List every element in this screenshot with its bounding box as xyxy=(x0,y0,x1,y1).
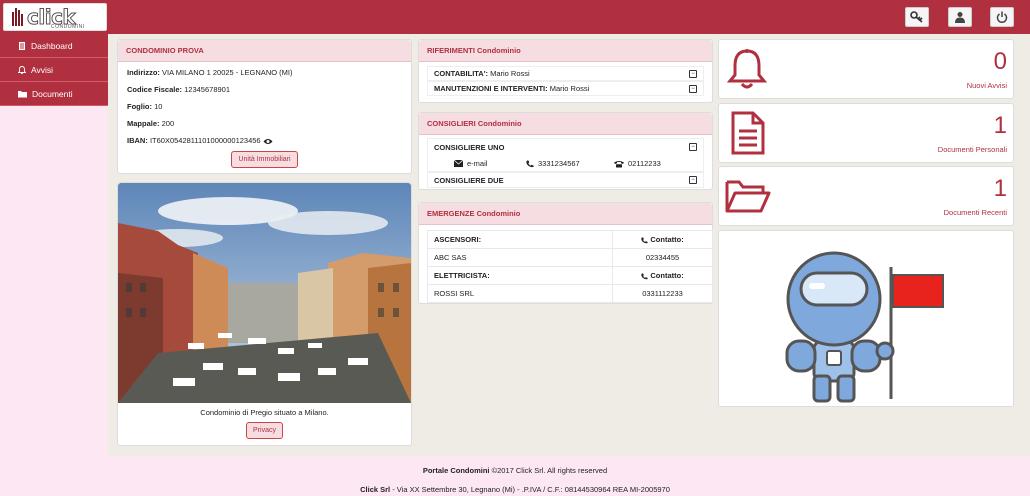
iban-value: IT60X0542811101000000123456 xyxy=(149,136,261,145)
phone-icon xyxy=(526,160,534,167)
stat-label: Documenti Personali xyxy=(937,145,1007,154)
eye-icon[interactable] xyxy=(263,138,273,145)
phone-icon xyxy=(641,272,648,279)
indirizzo-line: Indirizzo: VIA MILANO 1 20025 - LEGNANO … xyxy=(127,68,293,77)
foglio-value: 10 xyxy=(154,102,163,111)
sidebar-item-label: Documenti xyxy=(32,88,73,99)
unita-immobiliari-button[interactable]: Unità Immobiliari xyxy=(231,151,298,168)
expand-icon[interactable]: − xyxy=(689,176,697,184)
sidebar-item-label: Avvisi xyxy=(31,64,54,75)
consiglieri-panel: CONSIGLIERI Condominio CONSIGLIERE UNO −… xyxy=(418,112,713,190)
sidebar-item-documenti[interactable]: Documenti xyxy=(0,82,108,106)
logo[interactable]: click CONDOMINI xyxy=(3,3,107,31)
astronaut-illustration xyxy=(785,251,944,403)
expand-icon[interactable]: − xyxy=(689,69,697,78)
photo-panel: Condominio di Pregio situato a Milano. P… xyxy=(117,182,412,446)
photo-caption: Condominio di Pregio situato a Milano. xyxy=(200,408,329,417)
stat-label: Documenti Recenti xyxy=(943,208,1007,217)
sidebar: Dashboard Avvisi Documenti xyxy=(0,34,108,454)
consigliere-name: CONSIGLIERE DUE xyxy=(434,175,504,185)
key-button[interactable] xyxy=(905,7,929,27)
riferimenti-title: RIFERIMENTI Condominio xyxy=(419,40,712,62)
stat-label: Nuovi Avvisi xyxy=(966,81,1007,90)
mappale-line: Mappale: 200 xyxy=(127,119,175,128)
indirizzo-value: VIA MILANO 1 20025 - LEGNANO (MI) xyxy=(162,68,293,77)
consigliere-uno: CONSIGLIERE UNO − e-mail 3331234567 0211… xyxy=(427,138,704,172)
consigliere-mobile: 3331234567 xyxy=(526,159,580,168)
sidebar-item-avvisi[interactable]: Avvisi xyxy=(0,58,108,82)
table-row: ROSSI SRL 0331112233 xyxy=(427,284,713,303)
company-cell: ABC SAS xyxy=(427,248,613,267)
contact-cell: 02334455 xyxy=(612,248,713,267)
mappale-value: 200 xyxy=(161,119,175,128)
consigliere-email[interactable]: e-mail xyxy=(454,159,487,168)
folder-icon xyxy=(18,90,27,97)
main-content: CONDOMINIO PROVA Indirizzo: VIA MILANO 1… xyxy=(108,34,1030,456)
footer-company-info: Click Srl - Via XX Settembre 30, Legnano… xyxy=(360,485,670,494)
footer: Portale Condomini ©2017 Click Srl. All r… xyxy=(0,456,1030,496)
condominio-panel: CONDOMINIO PROVA Indirizzo: VIA MILANO 1… xyxy=(117,39,412,174)
envelope-icon xyxy=(454,160,463,167)
table-row: ABC SAS 02334455 xyxy=(427,248,713,267)
bell-icon xyxy=(18,65,26,74)
telephone-icon xyxy=(614,160,624,167)
expand-icon[interactable]: − xyxy=(689,84,697,93)
table-row: ELETTRICISTA: Contatto: xyxy=(427,266,713,285)
document-icon xyxy=(731,111,765,155)
emergenze-panel: EMERGENZE Condominio ASCENSORI: Contatto… xyxy=(418,202,713,304)
power-icon xyxy=(996,11,1008,23)
consigliere-due: CONSIGLIERE DUE − xyxy=(427,172,704,188)
key-icon xyxy=(910,11,923,23)
consigliere-name: CONSIGLIERE UNO xyxy=(434,143,505,152)
logo-bars-icon xyxy=(12,8,23,26)
stat-value: 1 xyxy=(993,112,1007,139)
stat-card-documenti-personali[interactable]: 1 Documenti Personali xyxy=(718,103,1014,163)
privacy-button[interactable]: Privacy xyxy=(246,422,283,439)
foglio-line: Foglio: 10 xyxy=(127,102,163,111)
sidebar-item-label: Dashboard xyxy=(31,40,73,51)
dashboard-icon xyxy=(19,41,25,50)
phone-icon xyxy=(641,236,648,243)
astronaut-panel xyxy=(718,230,1014,407)
emergenze-title: EMERGENZE Condominio xyxy=(419,203,712,225)
stat-card-avvisi[interactable]: 0 Nuovi Avvisi xyxy=(718,39,1014,99)
user-icon xyxy=(955,12,965,23)
riferimento-row-contabilita: CONTABILITA': Mario Rossi − xyxy=(427,66,704,81)
table-row: ASCENSORI: Contatto: xyxy=(427,230,713,249)
stat-value: 1 xyxy=(993,175,1007,202)
consigliere-phone: 02112233 xyxy=(614,159,661,168)
logout-button[interactable] xyxy=(990,7,1014,27)
contact-cell: 0331112233 xyxy=(612,284,713,303)
iban-line: IBAN: IT60X0542811101000000123456 xyxy=(127,132,402,149)
bell-icon xyxy=(727,49,767,89)
stat-card-documenti-recenti[interactable]: 1 Documenti Recenti xyxy=(718,166,1014,226)
user-button[interactable] xyxy=(948,7,972,27)
riferimento-row-manutenzioni: MANUTENZIONI E INTERVENTI: Mario Rossi − xyxy=(427,81,704,96)
sidebar-item-dashboard[interactable]: Dashboard xyxy=(0,34,108,58)
condominio-title: CONDOMINIO PROVA xyxy=(118,40,411,62)
emergenze-table: ASCENSORI: Contatto: ABC SAS 02334455 EL… xyxy=(427,230,713,303)
consiglieri-title: CONSIGLIERI Condominio xyxy=(419,113,712,135)
stat-value: 0 xyxy=(993,48,1007,75)
cf-line: Codice Fiscale: 12345678901 xyxy=(127,85,231,94)
footer-copyright: Portale Condomini ©2017 Click Srl. All r… xyxy=(422,466,608,475)
collapse-icon[interactable]: − xyxy=(689,143,697,151)
company-cell: ROSSI SRL xyxy=(427,284,613,303)
building-photo xyxy=(118,183,411,403)
cf-value: 12345678901 xyxy=(184,85,231,94)
top-bar: click CONDOMINI xyxy=(0,0,1030,34)
riferimenti-panel: RIFERIMENTI Condominio CONTABILITA': Mar… xyxy=(418,39,713,103)
logo-subtitle: CONDOMINI xyxy=(51,24,85,30)
open-folder-icon xyxy=(725,180,771,213)
